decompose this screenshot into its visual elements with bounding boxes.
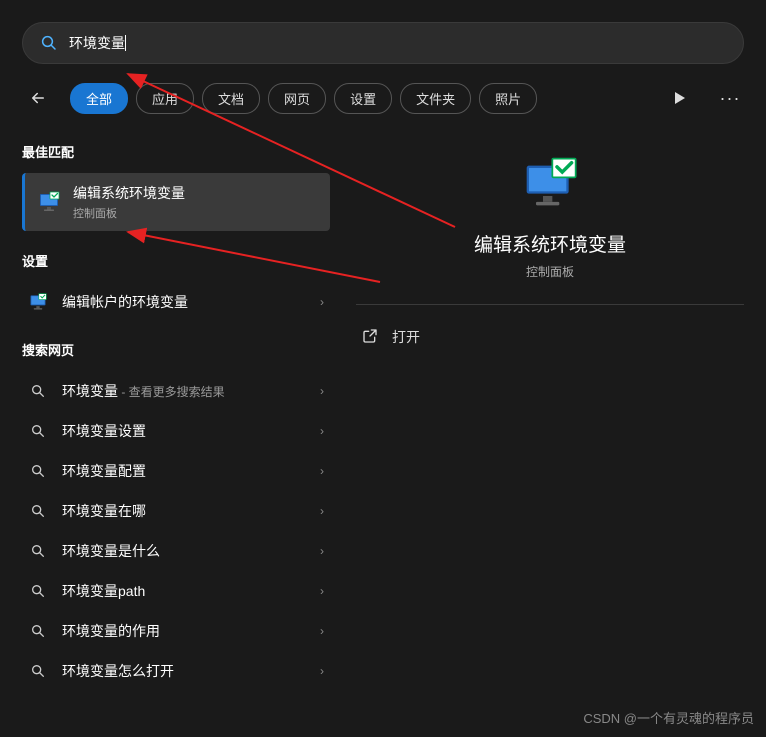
web-search-item[interactable]: 环境变量 - 查看更多搜索结果 › xyxy=(22,371,330,411)
monitor-check-icon xyxy=(37,190,61,214)
tab-web[interactable]: 网页 xyxy=(268,83,326,114)
search-icon xyxy=(28,661,48,681)
chevron-right-icon: › xyxy=(320,624,324,638)
play-icon xyxy=(674,91,686,105)
tab-all[interactable]: 全部 xyxy=(70,83,128,114)
web-search-item[interactable]: 环境变量怎么打开 › xyxy=(22,651,330,691)
search-bar[interactable]: 环境变量 xyxy=(22,22,744,64)
chevron-right-icon: › xyxy=(320,295,324,309)
divider xyxy=(356,304,744,305)
detail-subtitle: 控制面板 xyxy=(356,263,744,280)
chevron-right-icon: › xyxy=(320,664,324,678)
tab-folders[interactable]: 文件夹 xyxy=(400,83,471,114)
web-search-item[interactable]: 环境变量设置 › xyxy=(22,411,330,451)
chevron-right-icon: › xyxy=(320,544,324,558)
tabs-row: 全部 应用 文档 网页 设置 文件夹 照片 ··· xyxy=(22,82,744,114)
search-icon xyxy=(28,621,48,641)
web-item-label: 环境变量怎么打开 xyxy=(62,661,306,681)
monitor-check-icon xyxy=(28,292,48,312)
chevron-right-icon: › xyxy=(320,424,324,438)
text-cursor-icon xyxy=(125,35,126,51)
tab-apps[interactable]: 应用 xyxy=(136,83,194,114)
back-button[interactable] xyxy=(22,82,54,114)
web-search-item[interactable]: 环境变量path › xyxy=(22,571,330,611)
content-area: 最佳匹配 编辑系统环境变量 控制面板 设置 xyxy=(0,136,766,691)
chevron-right-icon: › xyxy=(320,504,324,518)
ellipsis-icon: ··· xyxy=(720,88,741,109)
web-item-label: 环境变量 - 查看更多搜索结果 xyxy=(62,381,306,401)
monitor-check-icon xyxy=(522,154,578,210)
search-icon xyxy=(28,541,48,561)
tab-photos[interactable]: 照片 xyxy=(479,83,537,114)
web-item-label: 环境变量在哪 xyxy=(62,501,306,521)
web-item-label: 环境变量path xyxy=(62,581,306,601)
open-action[interactable]: 打开 xyxy=(356,319,744,355)
settings-item-label: 编辑帐户的环境变量 xyxy=(62,292,306,312)
open-external-icon xyxy=(362,328,378,347)
web-item-label: 环境变量设置 xyxy=(62,421,306,441)
section-settings: 设置 xyxy=(22,251,330,270)
search-icon xyxy=(28,501,48,521)
results-panel: 最佳匹配 编辑系统环境变量 控制面板 设置 xyxy=(0,136,352,691)
detail-title: 编辑系统环境变量 xyxy=(356,230,744,257)
search-icon xyxy=(39,33,59,53)
arrow-left-icon xyxy=(29,89,47,107)
web-item-label: 环境变量的作用 xyxy=(62,621,306,641)
best-match-item[interactable]: 编辑系统环境变量 控制面板 xyxy=(22,173,330,231)
section-best-match: 最佳匹配 xyxy=(22,142,330,161)
play-button[interactable] xyxy=(666,84,694,112)
search-query-text: 环境变量 xyxy=(69,33,125,53)
more-button[interactable]: ··· xyxy=(716,84,744,112)
chevron-right-icon: › xyxy=(320,584,324,598)
web-search-item[interactable]: 环境变量配置 › xyxy=(22,451,330,491)
web-item-label: 环境变量配置 xyxy=(62,461,306,481)
search-icon xyxy=(28,581,48,601)
chevron-right-icon: › xyxy=(320,384,324,398)
search-icon xyxy=(28,381,48,401)
search-icon xyxy=(28,421,48,441)
best-match-title: 编辑系统环境变量 xyxy=(73,183,318,203)
web-search-item[interactable]: 环境变量的作用 › xyxy=(22,611,330,651)
detail-panel: 编辑系统环境变量 控制面板 打开 xyxy=(352,136,766,691)
web-item-label: 环境变量是什么 xyxy=(62,541,306,561)
web-search-item[interactable]: 环境变量是什么 › xyxy=(22,531,330,571)
section-web: 搜索网页 xyxy=(22,340,330,359)
watermark: CSDN @一个有灵魂的程序员 xyxy=(583,708,754,727)
web-search-item[interactable]: 环境变量在哪 › xyxy=(22,491,330,531)
chevron-right-icon: › xyxy=(320,464,324,478)
open-label: 打开 xyxy=(392,327,420,347)
tab-settings[interactable]: 设置 xyxy=(334,83,392,114)
tab-docs[interactable]: 文档 xyxy=(202,83,260,114)
settings-item[interactable]: 编辑帐户的环境变量 › xyxy=(22,282,330,322)
search-icon xyxy=(28,461,48,481)
best-match-subtitle: 控制面板 xyxy=(73,205,318,221)
